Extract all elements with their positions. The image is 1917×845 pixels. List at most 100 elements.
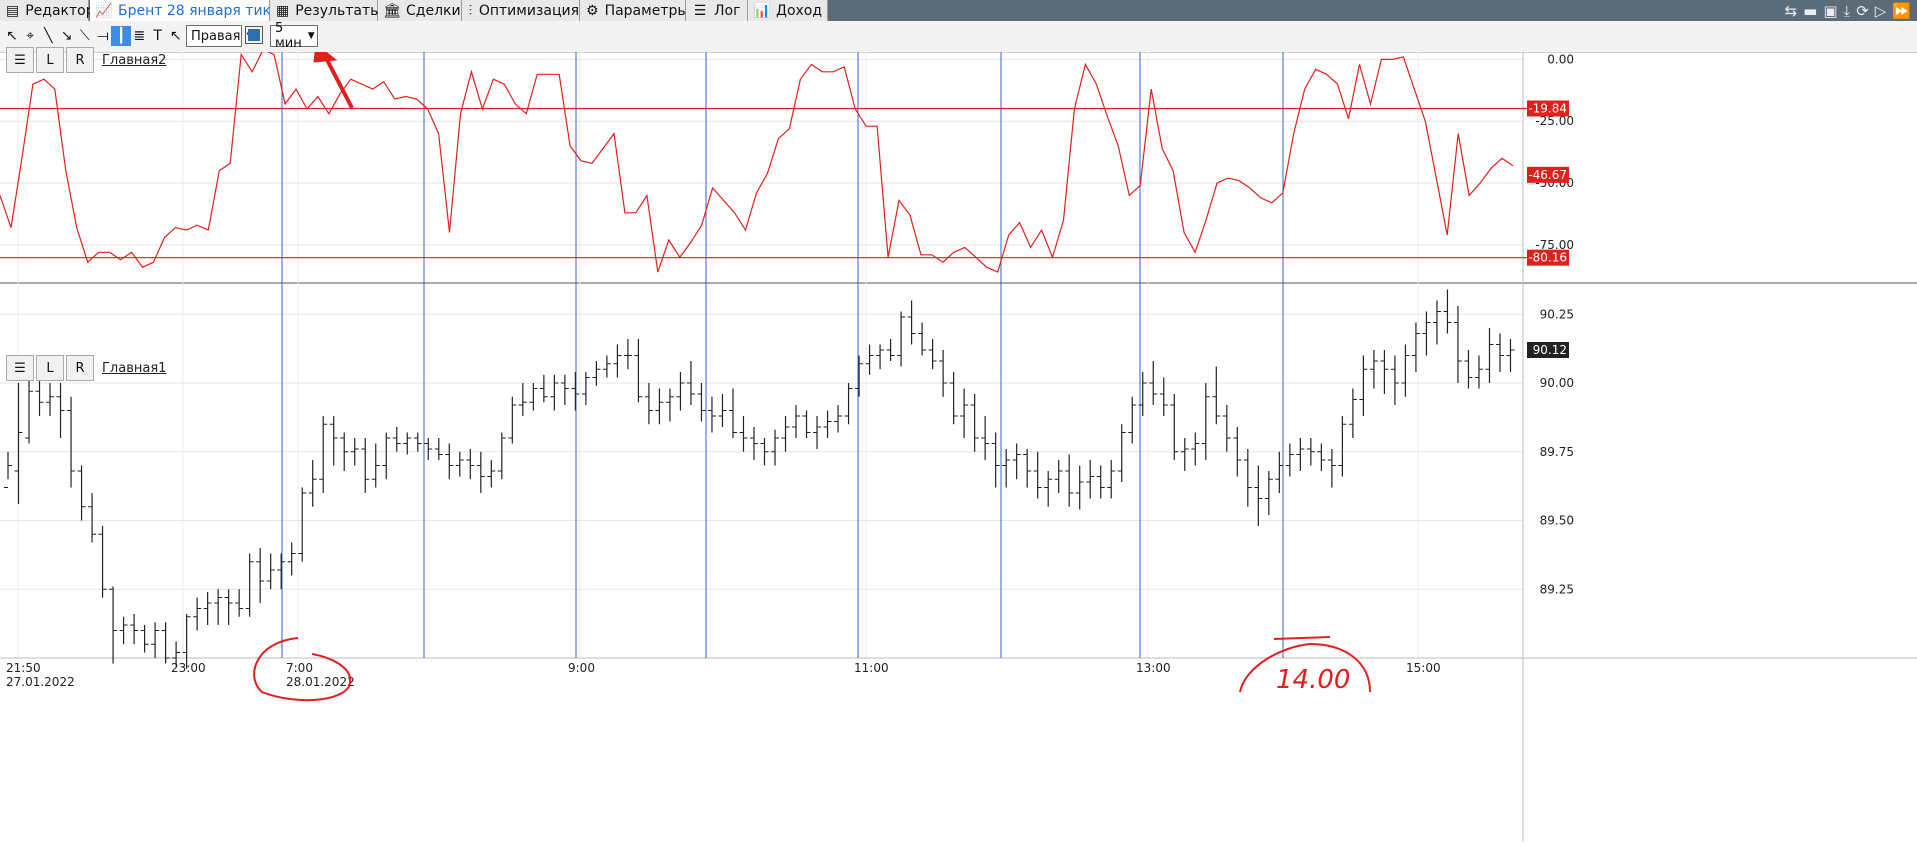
ohlc-bar: [1348, 388, 1357, 438]
download-icon[interactable]: ⤓: [1844, 2, 1851, 20]
ohlc-bar: [287, 542, 296, 576]
ohlc-bar: [1296, 438, 1305, 471]
ohlc-bar: [1254, 465, 1263, 526]
pane-name-link[interactable]: Главная1: [102, 361, 166, 376]
ohlc-bar: [88, 493, 97, 543]
y-tick-label: 90.00: [1540, 376, 1574, 390]
tab-1[interactable]: 📈Брент 28 января тики:5M✕: [90, 0, 333, 21]
y-tick-label: 90.25: [1540, 307, 1574, 321]
ohlc-bar: [1359, 355, 1368, 416]
time-label: 11:00: [854, 661, 889, 675]
ohlc-bar: [539, 374, 548, 403]
pane-right-button[interactable]: R: [66, 355, 94, 381]
side-select[interactable]: Правая ▼: [186, 25, 254, 47]
ohlc-bar: [834, 405, 843, 433]
ohlc-bar: [256, 548, 265, 603]
window-controls: ⇆ ▬ ▣ ⤓ ⟳ ▷ ⏩: [1785, 1, 1911, 20]
vertical-line-icon[interactable]: ┃: [111, 26, 132, 46]
tab-3[interactable]: 🏛 Сделки: [378, 0, 462, 21]
time-label: 21:50: [6, 661, 41, 675]
pane-right-button[interactable]: R: [66, 47, 94, 73]
ohlc-bar: [886, 339, 895, 361]
tab-7[interactable]: 📊 Доход: [748, 0, 828, 21]
annotation-icon[interactable]: ↖: [166, 26, 186, 46]
date-label: 28.01.2022: [286, 675, 355, 689]
fibonacci-icon[interactable]: ≣: [129, 26, 149, 46]
text-icon[interactable]: T: [148, 26, 168, 46]
tab-5[interactable]: ⚙ Параметры: [580, 0, 689, 21]
ohlc-bar: [1033, 451, 1042, 499]
handwritten-stroke: [1273, 636, 1331, 640]
time-label: 7:00: [286, 661, 313, 675]
ohlc-bar: [56, 383, 65, 438]
ohlc-bar: [813, 416, 822, 449]
fast-forward-icon[interactable]: ⏩: [1892, 2, 1911, 20]
ohlc-bar: [1327, 449, 1336, 488]
tab-4[interactable]: ⫶ Оптимизация: [462, 0, 580, 21]
ohlc-bar: [1401, 344, 1410, 397]
tab-bar: ▤ Редактор📈Брент 28 января тики:5M✕▦ Резул…: [0, 0, 1917, 21]
save-icon[interactable]: ▣: [1823, 2, 1837, 20]
side-select-value: Правая: [191, 28, 241, 44]
ohlc-bar: [1075, 465, 1084, 510]
horizontal-line-icon[interactable]: ⟞: [93, 26, 113, 46]
nav-arrows-icon[interactable]: ⇆: [1785, 2, 1798, 20]
ohlc-bar: [970, 394, 979, 452]
chevron-down-icon: ▼: [307, 31, 315, 41]
timeframe-select[interactable]: 5 мин ▼: [270, 21, 318, 51]
editor-icon: ▤: [6, 2, 20, 19]
ohlc-bar: [529, 383, 538, 411]
ohlc-bar: [109, 586, 118, 664]
ohlc-bar: [655, 388, 664, 425]
ohlc-bar: [1107, 460, 1116, 499]
ohlc-bar: [1275, 451, 1284, 493]
ohlc-bar: [1495, 333, 1504, 372]
ohlc-bar: [403, 432, 412, 455]
color-picker[interactable]: [245, 26, 263, 44]
ohlc-bar: [235, 589, 244, 617]
ohlc-bar: [907, 300, 916, 345]
ohlc-bar: [1453, 306, 1462, 383]
handwritten-time: 14.00: [1276, 665, 1350, 695]
y-tick-label: 89.50: [1540, 514, 1574, 528]
ohlc-bar: [1285, 443, 1294, 477]
folder-icon[interactable]: ▬: [1803, 2, 1817, 20]
ohlc-bar: [1317, 443, 1326, 471]
ohlc-bar: [823, 410, 832, 438]
crosshair-icon[interactable]: ⌖: [20, 26, 40, 46]
pane-menu-button[interactable]: ☰: [6, 47, 34, 73]
ohlc-bar: [1201, 383, 1210, 460]
tab-6[interactable]: ☰ Лог: [686, 0, 748, 21]
ohlc-bar: [1506, 339, 1515, 372]
pane-menu-button[interactable]: ☰: [6, 355, 34, 381]
pointer-icon[interactable]: ↖: [2, 26, 22, 46]
y-tick-label: 89.25: [1540, 582, 1574, 596]
tab-label: Параметры: [604, 2, 689, 19]
pane-name-link[interactable]: Главная2: [102, 53, 166, 68]
ohlc-bar: [1054, 460, 1063, 493]
ohlc-bar: [1422, 311, 1431, 356]
ohlc-bar: [413, 432, 422, 452]
ohlc-bar: [697, 383, 706, 422]
ohlc-bar: [214, 589, 223, 625]
play-icon[interactable]: ▷: [1875, 2, 1887, 20]
segment-icon[interactable]: ⟍: [75, 26, 95, 46]
ohlc-bar: [707, 396, 716, 433]
chart-svg[interactable]: 0.00-25.00-50.00-75.0090.2590.0089.7589.…: [0, 38, 1917, 841]
tab-0[interactable]: ▤ Редактор: [0, 0, 95, 21]
ohlc-bar: [1390, 355, 1399, 405]
ray-icon[interactable]: ↘: [57, 26, 77, 46]
pane-left-button[interactable]: L: [36, 355, 64, 381]
ohlc-bar: [1096, 465, 1105, 499]
ohlc-bar: [319, 416, 328, 493]
chart-area[interactable]: 0.00 -25.00 -50.00 -75.00 90.25 90.00 89.75 89.…: [0, 38, 1917, 841]
line-icon[interactable]: ╲: [38, 26, 58, 46]
ohlc-bar: [613, 344, 622, 378]
optimization-icon: ⫶: [468, 2, 473, 19]
pane-left-button[interactable]: L: [36, 47, 64, 73]
ohlc-bar: [676, 372, 685, 411]
ohlc-bar: [960, 388, 969, 438]
tab-2[interactable]: ▦ Результаты: [270, 0, 381, 21]
ohlc-bar: [550, 374, 559, 411]
refresh-icon[interactable]: ⟳: [1856, 2, 1869, 20]
